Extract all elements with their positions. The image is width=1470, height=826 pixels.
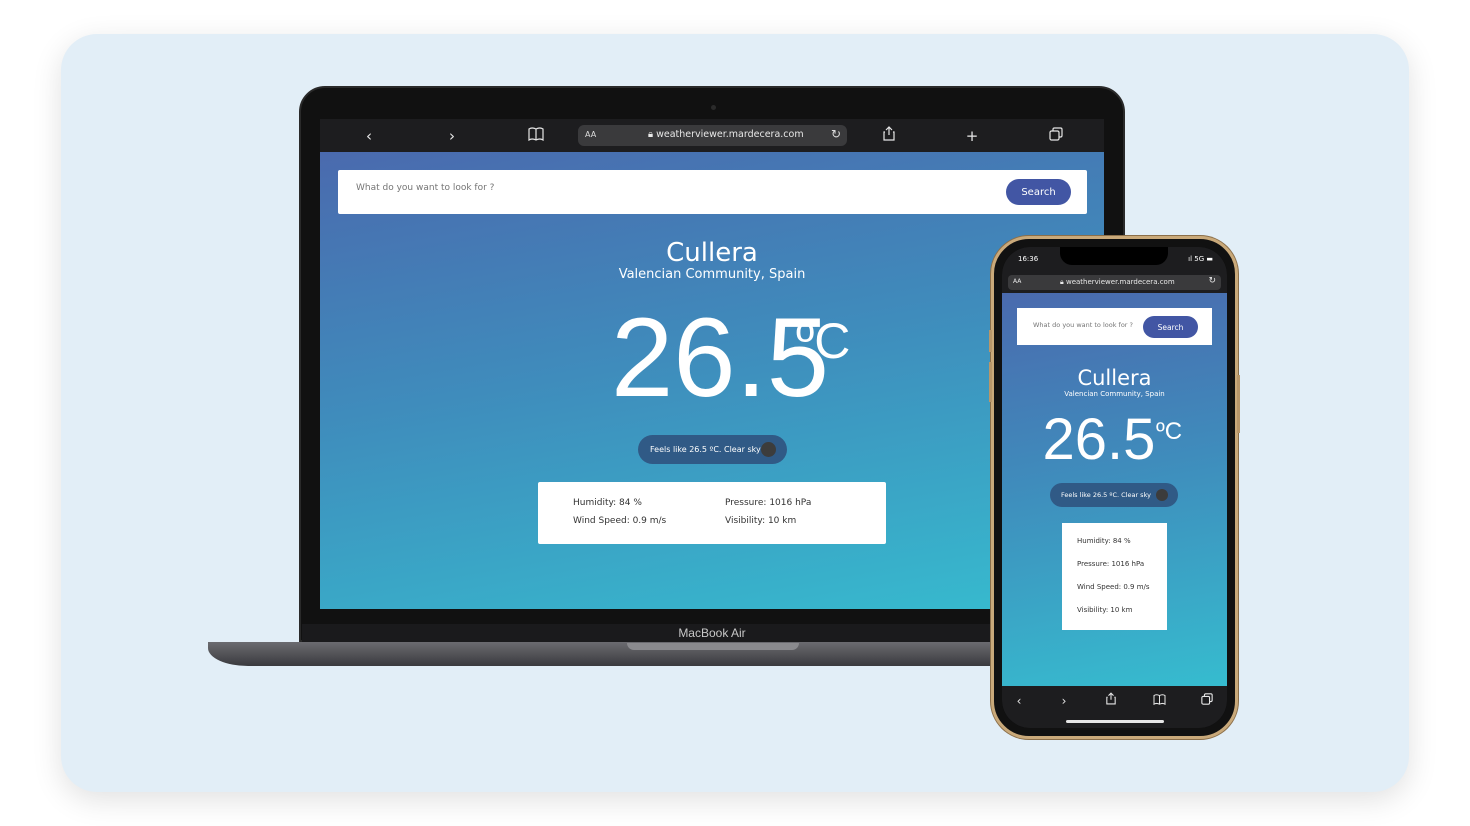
phone-weather-details-card: Humidity: 84 % Pressure: 1016 hPa Wind S…: [1062, 523, 1167, 630]
phone-browser-toolbar: ‹ ›: [1002, 686, 1227, 728]
phone-city-name: Cullera: [1077, 366, 1152, 390]
address-bar[interactable]: AA 🔒︎ weatherviewer.mardecera.com ↻: [578, 125, 847, 146]
phone-reader-aa-button[interactable]: AA: [1013, 278, 1021, 285]
weather-page: Search Cullera Valencian Community, Spai…: [320, 152, 1104, 609]
phone-weather-page: Search Cullera Valencian Community, Spai…: [1002, 293, 1227, 686]
city-name: Cullera: [666, 238, 758, 268]
signal-icon: ıl: [1188, 255, 1193, 263]
phone-forward-icon[interactable]: ›: [1055, 692, 1073, 710]
humidity-text: Humidity: 84 %: [573, 498, 642, 508]
phone-url-text: weatherviewer.mardecera.com: [1065, 278, 1175, 286]
lock-icon: 🔒︎: [648, 129, 654, 140]
phone-wind-speed-text: Wind Speed: 0.9 m/s: [1077, 583, 1150, 591]
share-icon[interactable]: [878, 125, 900, 147]
bookmarks-icon[interactable]: [525, 125, 547, 147]
battery-icon: ▬: [1206, 255, 1213, 263]
weather-details-card: Humidity: 84 % Pressure: 1016 hPa Wind S…: [538, 482, 886, 544]
phone-humidity-text: Humidity: 84 %: [1077, 537, 1131, 545]
visibility-text: Visibility: 10 km: [725, 516, 797, 526]
phone-share-icon[interactable]: [1102, 692, 1120, 710]
phone-notch: [1060, 247, 1168, 265]
phone-region-name: Valencian Community, Spain: [1064, 390, 1165, 398]
phone-address-bar-container: AA 🔒︎ weatherviewer.mardecera.com ↻: [1002, 271, 1227, 293]
forward-icon[interactable]: ›: [441, 125, 463, 147]
search-bar: Search: [338, 170, 1087, 214]
tabs-icon[interactable]: [1045, 125, 1067, 147]
phone-pressure-text: Pressure: 1016 hPa: [1077, 560, 1145, 568]
browser-toolbar: ‹ › AA 🔒︎ weatherviewer.mardecera.com ↻ …: [320, 119, 1104, 152]
search-input[interactable]: [356, 183, 956, 193]
pressure-text: Pressure: 1016 hPa: [725, 498, 812, 508]
device-label: MacBook Air: [678, 626, 746, 640]
phone-visibility-text: Visibility: 10 km: [1077, 606, 1133, 614]
phone-feels-like-pill: Feels like 26.5 ºC. Clear sky: [1050, 483, 1178, 507]
search-button[interactable]: Search: [1006, 179, 1071, 205]
phone-tabs-icon[interactable]: [1198, 692, 1216, 710]
phone-temperature-value: 26.5: [1042, 407, 1156, 472]
weather-condition-icon: [761, 442, 776, 457]
phone-volume-down: [989, 362, 992, 402]
phone-screen: 16:36 ıl 5G ▬ AA 🔒︎ weatherviewer.mardec…: [1002, 247, 1227, 728]
feels-like-text: Feels like 26.5 ºC. Clear sky: [650, 445, 761, 454]
phone-weather-condition-icon: [1156, 489, 1168, 501]
status-time: 16:36: [1018, 255, 1039, 263]
reader-aa-button[interactable]: AA: [585, 130, 596, 139]
phone-search-bar: Search: [1017, 308, 1212, 345]
phone-search-button[interactable]: Search: [1143, 316, 1198, 338]
phone-feels-like-text: Feels like 26.5 ºC. Clear sky: [1061, 491, 1151, 499]
temperature-unit: ºC: [796, 313, 851, 369]
url-text: weatherviewer.mardecera.com: [656, 129, 804, 140]
reload-icon[interactable]: ↻: [831, 127, 841, 141]
feels-like-pill: Feels like 26.5 ºC. Clear sky: [638, 435, 787, 464]
laptop-screen: ‹ › AA 🔒︎ weatherviewer.mardecera.com ↻ …: [320, 119, 1104, 609]
laptop-base-notch: [627, 643, 799, 650]
phone-power-button: [1237, 375, 1240, 433]
laptop-camera: [711, 105, 716, 110]
phone-status-bar: 16:36 ıl 5G ▬: [1002, 247, 1227, 271]
phone-temperature-unit: ºC: [1156, 418, 1183, 445]
phone-reload-icon[interactable]: ↻: [1208, 276, 1216, 286]
new-tab-icon[interactable]: +: [961, 125, 983, 147]
phone-lock-icon: 🔒︎: [1060, 278, 1064, 286]
home-indicator[interactable]: [1066, 720, 1164, 723]
phone-address-bar[interactable]: AA 🔒︎ weatherviewer.mardecera.com ↻: [1008, 275, 1221, 290]
phone-bookmarks-icon[interactable]: [1150, 692, 1168, 710]
phone-search-input[interactable]: [1033, 321, 1137, 329]
wind-speed-text: Wind Speed: 0.9 m/s: [573, 516, 667, 526]
phone-back-icon[interactable]: ‹: [1010, 692, 1028, 710]
phone-volume-up: [989, 330, 992, 352]
region-name: Valencian Community, Spain: [618, 267, 806, 282]
back-icon[interactable]: ‹: [358, 125, 380, 147]
network-label: 5G: [1194, 255, 1205, 263]
